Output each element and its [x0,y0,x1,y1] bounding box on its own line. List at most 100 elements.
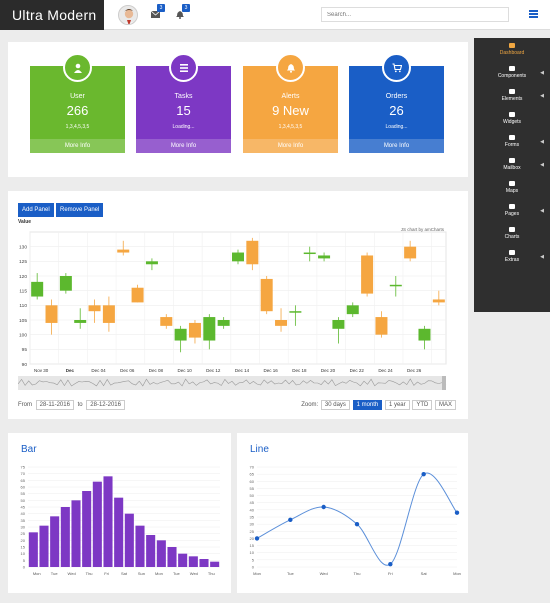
y-tick-label: 70 [21,471,26,476]
bar-chart-panel: Bar 0 5 10 15 20 25 30 35 40 45 50 55 60 65 70 75 Mon Tue… [8,433,231,593]
candle-body [346,305,359,315]
search-input[interactable] [321,7,509,22]
candle-body [318,255,331,259]
y-tick-label: 55 [250,486,255,491]
stat-sparkline-values: 1,3,4,5,3,5 [65,124,90,130]
more-info-link[interactable]: More Info [349,139,444,153]
bar [156,540,166,567]
sidebar-item-dashboard[interactable]: Dashboard [474,38,550,61]
y-tick-label: 105 [19,318,27,324]
chevron-left-icon: ◀ [540,162,544,168]
candle-body [389,284,402,287]
y-tick-label: 90 [22,362,28,368]
bar [178,553,188,567]
zoom-max-button[interactable]: MAX [434,400,456,410]
sidebar-item-widgets[interactable]: Widgets [474,107,550,130]
x-tick-label: Tue [287,571,295,576]
y-tick-label: 20 [250,536,255,541]
candle-body [102,305,115,323]
x-tick-label: Dec 20 [321,368,336,373]
x-tick-label: Wed [320,571,328,576]
line-point [454,510,460,515]
line-series [256,472,458,566]
line-chart-title: Line [250,444,269,455]
bar-chart[interactable]: 0 5 1015 20 2530 35 4045 50 5560 65 7075 Mon Tue Wed T… [14,461,224,585]
zoom-1-month-button[interactable]: 1 month [352,400,383,410]
sidebar-item-components[interactable]: Components ◀ [474,61,550,84]
zoom-30-days-button[interactable]: 30 days [320,400,350,410]
zoom-label: Zoom: [301,402,319,408]
sidebar-item-elements[interactable]: Elements ◀ [474,84,550,107]
x-tick-label: Mon [253,571,261,576]
bar [135,525,145,567]
bell-icon[interactable]: 3 [175,4,190,21]
sidebar-item-extras[interactable]: Extras ◀ [474,245,550,268]
chevron-left-icon: ◀ [540,254,544,260]
sidebar-item-charts[interactable]: Charts [474,222,550,245]
user-avatar[interactable] [118,5,138,25]
from-date-input[interactable]: 28-11-2016 [35,400,74,410]
y-tick-label: 25 [21,531,26,536]
zoom-1-year-button[interactable]: 1 year [384,400,410,410]
y-tick-label: 30 [250,522,255,527]
sidebar-item-pages[interactable]: Pages ◀ [474,199,550,222]
candle-body [74,320,87,323]
stat-label: Orders [385,93,408,100]
line-chart[interactable]: 0 5 10 15 20 25 30 35 40 45 50 55 60 65 70 Mon Tue Wed Thu… [243,461,463,585]
bar [199,559,209,567]
more-info-link[interactable]: More Info [30,139,125,153]
sidebar-item-mailbox[interactable]: Mailbox ◀ [474,153,550,176]
y-axis-label: Value [18,219,31,225]
more-info-link[interactable]: More Info [243,139,338,153]
remove-panel-button[interactable]: Remove Panel [56,203,104,217]
y-tick-label: 110 [19,303,27,309]
y-tick-label: 125 [19,259,27,265]
to-label: to [77,402,83,408]
from-label: From [18,402,32,408]
y-tick-label: 35 [250,515,255,520]
grid-icon [509,112,515,117]
x-tick-label: Dec 24 [378,368,393,373]
scrollbar-handle [442,376,446,390]
y-tick-label: 130 [19,244,27,250]
candle-body [303,252,316,255]
candle-body [232,252,244,262]
add-panel-button[interactable]: Add Panel [18,203,54,217]
y-tick-label: 70 [250,465,255,470]
menu-toggle-icon[interactable] [529,10,538,18]
x-tick-label: Wed [68,571,76,576]
candle-body [131,287,144,303]
candle-body [174,328,187,341]
file-icon [509,204,515,209]
stat-value: 15 [176,103,191,118]
x-tick-label: Thu [86,571,93,576]
candle-body [404,246,417,259]
bar [82,491,92,567]
x-tick-label: Wed [190,571,198,576]
mail-icon[interactable]: 3 [150,4,165,21]
stat-card-tasks: Tasks 15 Loading... More Info [136,53,231,153]
y-tick-label: 5 [252,557,255,562]
y-tick-label: 120 [19,274,27,280]
y-tick-label: 0 [252,565,255,570]
y-tick-label: 40 [250,507,255,512]
stat-card-orders: Orders 26 Loading... More Info [349,53,444,153]
x-tick-label: Dec 06 [120,368,135,373]
brand-logo[interactable]: Ultra Modern [0,0,104,30]
to-date-input[interactable]: 28-12-2016 [86,400,125,410]
more-info-link[interactable]: More Info [136,139,231,153]
chart-icon [509,227,515,232]
x-tick-label: Tue [51,571,59,576]
bell-icon [276,53,305,82]
y-tick-label: 55 [21,491,26,496]
line-chart-panel: Line 0 5 10 15 20 25 30 35 40 45 50 55 60 65 70 Mon Tue W… [237,433,468,593]
zoom-ytd-button[interactable]: YTD [412,400,433,410]
chevron-left-icon: ◀ [540,208,544,214]
x-tick-label: Dec 18 [292,368,307,373]
bar [92,481,102,567]
line-point [254,536,260,541]
sidebar-item-forms[interactable]: Forms ◀ [474,130,550,153]
candle-body [260,278,273,312]
candlestick-chart[interactable]: Value JS chart by amCharts 90 95 100 105 110 11… [18,218,458,394]
sidebar-item-maps[interactable]: Maps [474,176,550,199]
